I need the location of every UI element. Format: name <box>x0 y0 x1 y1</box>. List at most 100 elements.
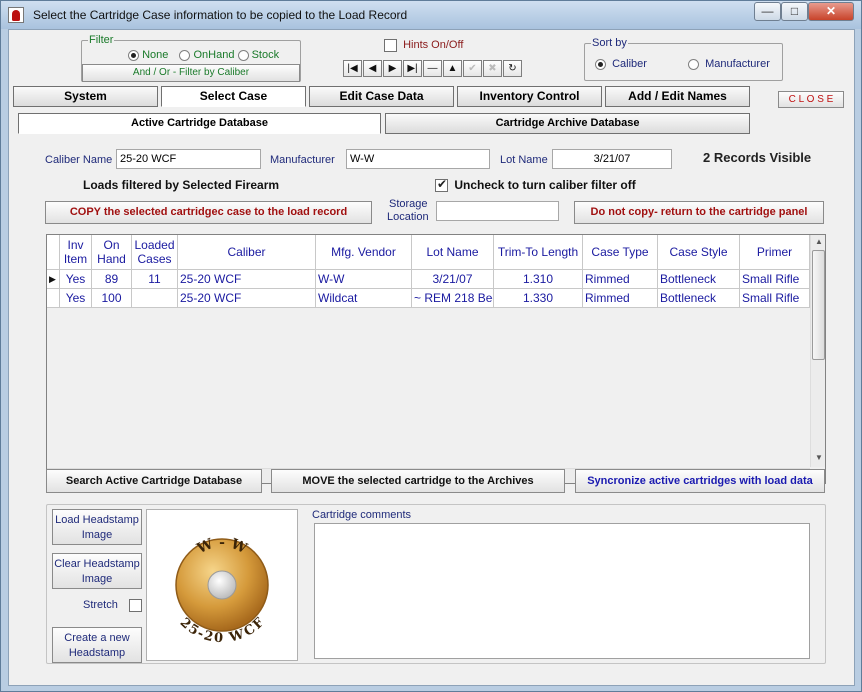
hints-label[interactable]: Hints On/Off <box>403 39 463 51</box>
tab-select-case[interactable]: Select Case <box>161 86 306 107</box>
records-visible-label: 2 Records Visible <box>703 150 812 165</box>
storage-location-label-2: Location <box>387 211 429 223</box>
tab-inventory-control[interactable]: Inventory Control <box>457 86 602 107</box>
sort-group: Sort by Caliber Manufacturer <box>584 37 783 81</box>
tab-system[interactable]: System <box>13 86 158 107</box>
filter-onhand-label[interactable]: OnHand <box>193 49 234 61</box>
filter-stock-radio[interactable] <box>237 49 249 61</box>
manufacturer-field[interactable]: W-W <box>346 149 490 169</box>
hints-checkbox[interactable] <box>384 39 397 52</box>
close-button[interactable]: C L O S E <box>778 91 844 108</box>
vertical-scroll-thumb[interactable] <box>812 250 825 360</box>
column-header-mfg-vendor[interactable]: Mfg. Vendor <box>316 235 412 270</box>
cancel-record-icon[interactable]: ✖ <box>483 60 502 77</box>
column-header-caliber[interactable]: Caliber <box>178 235 316 270</box>
caliber-filter-label[interactable]: Uncheck to turn caliber filter off <box>454 178 635 192</box>
cell-case-type[interactable]: Rimmed <box>583 270 658 289</box>
app-icon[interactable] <box>8 7 24 23</box>
cell-inv-item[interactable]: Yes <box>60 289 92 308</box>
post-record-icon[interactable]: ✔ <box>463 60 482 77</box>
do-not-copy-button[interactable]: Do not copy- return to the cartridge pan… <box>574 201 824 224</box>
cell-lot-name[interactable]: 3/21/07 <box>412 270 494 289</box>
filter-onhand-radio[interactable] <box>179 49 191 61</box>
clear-headstamp-button[interactable]: Clear Headstamp Image <box>52 553 142 589</box>
column-header-inv-item[interactable]: Inv Item <box>60 235 92 270</box>
column-header-case-style[interactable]: Case Style <box>658 235 740 270</box>
lot-name-field[interactable]: 3/21/07 <box>552 149 672 169</box>
caliber-filter-checkbox[interactable] <box>435 177 448 193</box>
row-indicator <box>47 289 60 308</box>
cell-mfg-vendor[interactable]: W-W <box>316 270 412 289</box>
cell-trim-to-length[interactable]: 1.330 <box>494 289 583 308</box>
cell-mfg-vendor[interactable]: Wildcat <box>316 289 412 308</box>
sort-legend: Sort by <box>591 37 628 49</box>
grid-vertical-scrollbar[interactable]: ▲ ▼ <box>810 235 825 467</box>
search-database-button[interactable]: Search Active Cartridge Database <box>46 469 262 493</box>
prev-record-icon[interactable]: ◀ <box>363 60 382 77</box>
app-window: Select the Cartridge Case information to… <box>0 0 862 692</box>
main-panel: Filter None OnHand Stock And / Or - Filt… <box>8 29 855 686</box>
cell-caliber[interactable]: 25-20 WCF <box>178 270 316 289</box>
minimize-button[interactable]: — <box>754 2 781 21</box>
column-header-loaded-cases[interactable]: Loaded Cases <box>132 235 178 270</box>
cartridge-comments-field[interactable] <box>314 523 810 659</box>
cell-inv-item[interactable]: Yes <box>60 270 92 289</box>
move-to-archives-button[interactable]: MOVE the selected cartridge to the Archi… <box>271 469 565 493</box>
next-record-icon[interactable]: ▶ <box>383 60 402 77</box>
last-record-icon[interactable]: ▶| <box>403 60 422 77</box>
scroll-down-icon[interactable]: ▼ <box>815 453 823 462</box>
cell-case-style[interactable]: Bottleneck <box>658 270 740 289</box>
cell-trim-to-length[interactable]: 1.310 <box>494 270 583 289</box>
copy-case-button[interactable]: COPY the selected cartridgec case to the… <box>45 201 372 224</box>
create-headstamp-button[interactable]: Create a new Headstamp <box>52 627 142 663</box>
sort-manufacturer-radio[interactable] <box>688 58 699 70</box>
cell-lot-name[interactable]: ~ REM 218 Bee <box>412 289 494 308</box>
synchronize-button[interactable]: Syncronize active cartridges with load d… <box>575 469 825 493</box>
row-indicator-icon: ▶ <box>47 270 60 289</box>
storage-location-field[interactable] <box>436 201 559 221</box>
storage-location-label-1: Storage <box>389 198 428 210</box>
column-header-on-hand[interactable]: On Hand <box>92 235 132 270</box>
tab-archive-database[interactable]: Cartridge Archive Database <box>385 113 750 134</box>
cell-primer[interactable]: Small Rifle <box>740 270 810 289</box>
sort-caliber-radio[interactable] <box>595 58 606 70</box>
title-bar[interactable]: Select the Cartridge Case information to… <box>1 1 861 29</box>
cell-case-style[interactable]: Bottleneck <box>658 289 740 308</box>
caliber-name-field[interactable]: 25-20 WCF <box>116 149 261 169</box>
window-close-button[interactable]: ✕ <box>808 2 854 21</box>
delete-record-icon[interactable]: — <box>423 60 442 77</box>
filter-group: Filter None OnHand Stock And / Or - Filt… <box>81 34 301 82</box>
cell-on-hand[interactable]: 89 <box>92 270 132 289</box>
refresh-icon[interactable]: ↻ <box>503 60 522 77</box>
tab-active-database[interactable]: Active Cartridge Database <box>18 113 381 134</box>
filter-stock-label[interactable]: Stock <box>252 49 280 61</box>
scroll-up-icon[interactable]: ▲ <box>815 237 823 246</box>
filter-by-caliber-button[interactable]: And / Or - Filter by Caliber <box>82 64 300 82</box>
tab-add-edit-names[interactable]: Add / Edit Names <box>605 86 750 107</box>
filter-none-radio[interactable] <box>128 49 139 61</box>
cell-loaded-cases[interactable] <box>132 289 178 308</box>
maximize-button[interactable]: □ <box>781 2 808 21</box>
manufacturer-label: Manufacturer <box>270 154 335 166</box>
load-headstamp-button[interactable]: Load Headstamp Image <box>52 509 142 545</box>
cell-on-hand[interactable]: 100 <box>92 289 132 308</box>
tab-edit-case-data[interactable]: Edit Case Data <box>309 86 454 107</box>
cell-caliber[interactable]: 25-20 WCF <box>178 289 316 308</box>
grid-indicator-header <box>47 235 60 270</box>
sort-caliber-label[interactable]: Caliber <box>612 58 647 70</box>
column-header-primer[interactable]: Primer <box>740 235 810 270</box>
sort-manufacturer-label[interactable]: Manufacturer <box>705 58 770 70</box>
column-header-lot-name[interactable]: Lot Name <box>412 235 494 270</box>
cartridge-grid[interactable]: Inv Item On Hand Loaded Cases Caliber Mf… <box>46 234 826 484</box>
first-record-icon[interactable]: |◀ <box>343 60 362 77</box>
cell-primer[interactable]: Small Rifle <box>740 289 810 308</box>
headstamp-image: W - W 25-20 WCF <box>146 509 298 661</box>
column-header-case-type[interactable]: Case Type <box>583 235 658 270</box>
column-header-trim-to-length[interactable]: Trim-To Length <box>494 235 583 270</box>
headstamp-disc-icon: W - W 25-20 WCF <box>175 535 269 646</box>
cell-case-type[interactable]: Rimmed <box>583 289 658 308</box>
edit-record-icon[interactable]: ▲ <box>443 60 462 77</box>
filter-none-label[interactable]: None <box>142 49 168 61</box>
cell-loaded-cases[interactable]: 11 <box>132 270 178 289</box>
stretch-checkbox[interactable] <box>129 599 142 613</box>
